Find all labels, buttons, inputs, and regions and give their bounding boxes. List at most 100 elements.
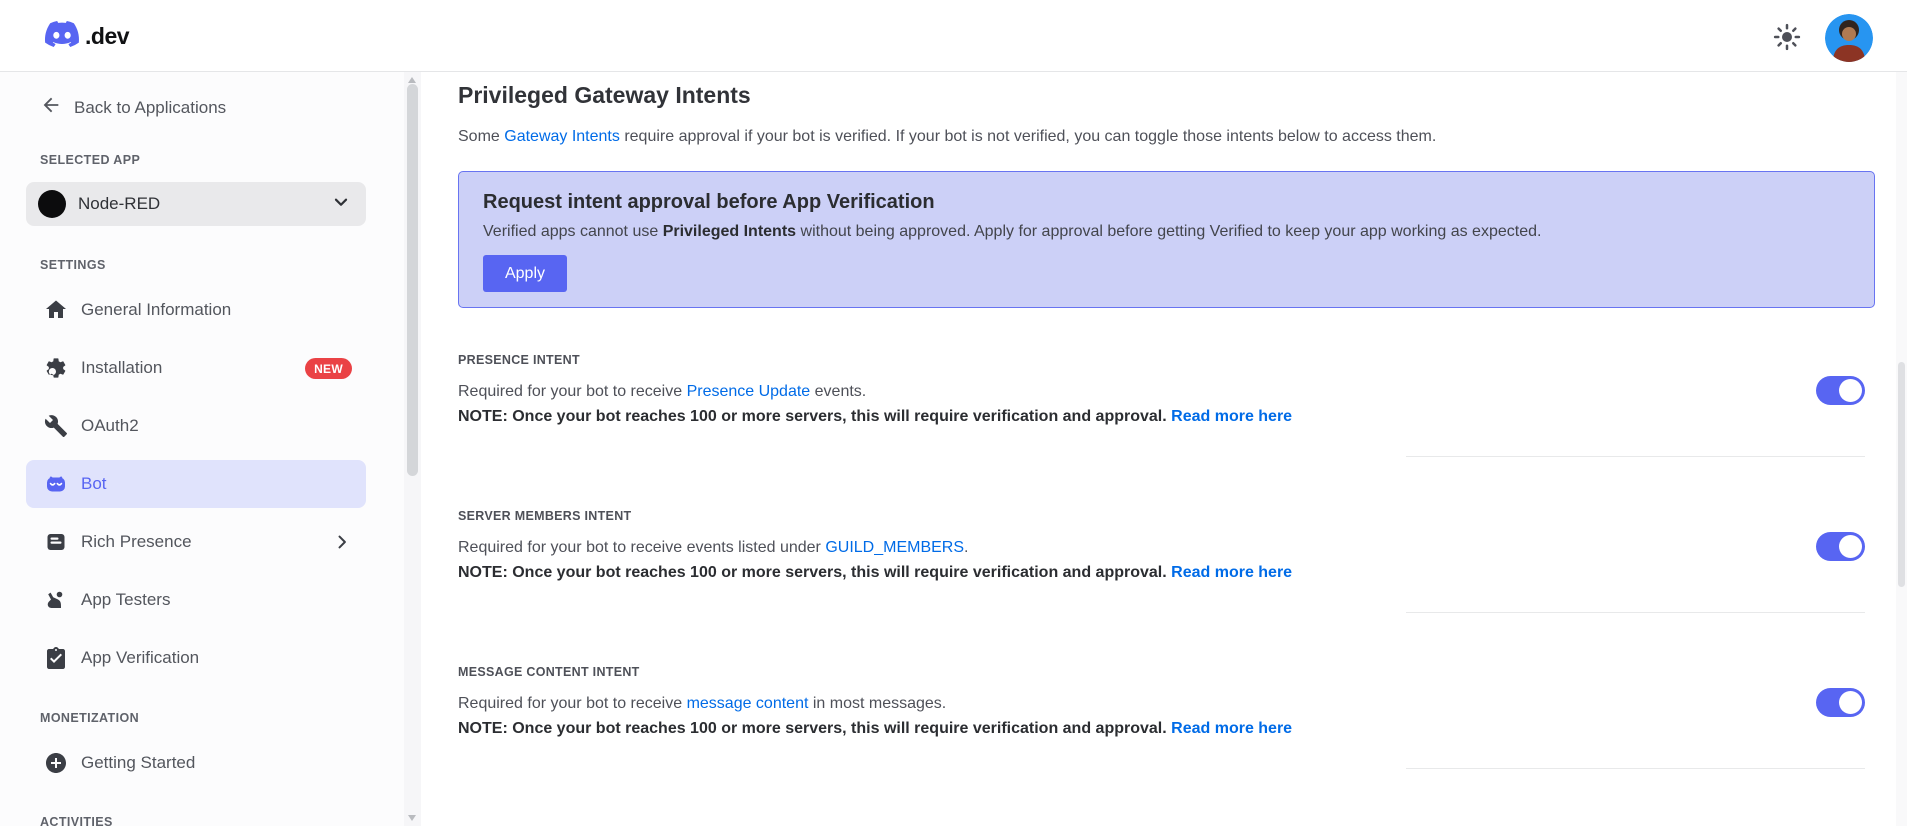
intent-label: PRESENCE INTENT (458, 353, 580, 367)
toggle-knob (1839, 535, 1862, 558)
sidebar-item-label: OAuth2 (81, 416, 139, 435)
intents-list: PRESENCE INTENT Required for your bot to… (458, 353, 1875, 769)
desc-post: events. (810, 383, 867, 400)
message-content-link[interactable]: message content (687, 695, 809, 712)
note-text: NOTE: Once your bot reaches 100 or more … (458, 564, 1167, 581)
intro-pre: Some (458, 128, 505, 145)
scroll-up-arrow-icon[interactable] (408, 77, 416, 83)
settings-section-label: SETTINGS (40, 258, 106, 272)
intent-description: Required for your bot to receive events … (458, 535, 1875, 560)
server-members-intent-toggle[interactable] (1816, 532, 1865, 561)
gear-icon (44, 356, 68, 380)
discord-mark-icon (40, 17, 84, 56)
desc-pre: Required for your bot to receive events … (458, 539, 826, 556)
sidebar-item-bot[interactable]: Bot (26, 460, 366, 508)
monetization-section-label: MONETIZATION (40, 711, 140, 725)
sidebar-item-label: Rich Presence (81, 532, 192, 551)
desc-pre: Required for your bot to receive (458, 383, 687, 400)
apply-button[interactable]: Apply (483, 255, 567, 292)
intent-note: NOTE: Once your bot reaches 100 or more … (458, 404, 1875, 429)
plus-circle-icon (44, 751, 68, 775)
sidebar-item-general-information[interactable]: General Information (26, 286, 366, 334)
sidebar-item-app-testers[interactable]: App Testers (26, 576, 366, 624)
intent-label: SERVER MEMBERS INTENT (458, 509, 632, 523)
note-text: NOTE: Once your bot reaches 100 or more … (458, 408, 1167, 425)
sidebar-item-rich-presence[interactable]: Rich Presence (26, 518, 366, 566)
desc-post: . (964, 539, 969, 556)
bot-icon (44, 472, 68, 496)
scroll-down-arrow-icon[interactable] (408, 815, 416, 821)
toggle-knob (1839, 691, 1862, 714)
discord-dev-logo[interactable]: .dev (40, 17, 130, 56)
sidebar-item-label: Bot (81, 474, 107, 493)
arrow-left-icon (40, 94, 62, 121)
sidebar-item-app-verification[interactable]: App Verification (26, 634, 366, 682)
banner-body-post: without being approved. Apply for approv… (796, 223, 1542, 240)
sidebar-item-getting-started[interactable]: Getting Started (26, 739, 366, 787)
sidebar-item-label: General Information (81, 300, 232, 319)
page-title: Privileged Gateway Intents (458, 82, 751, 108)
desc-post: in most messages. (808, 695, 947, 712)
top-header: .dev (0, 0, 1907, 72)
desc-pre: Required for your bot to receive (458, 695, 687, 712)
selected-app-name: Node-RED (78, 194, 161, 213)
sidebar-nav-monetization: Getting Started (0, 739, 404, 787)
sidebar-item-label: App Testers (81, 590, 171, 609)
clipboard-check-icon (44, 646, 68, 670)
chevron-right-icon (332, 532, 352, 552)
message-content-intent-section: MESSAGE CONTENT INTENT Required for your… (458, 665, 1875, 769)
sidebar-scrollbar[interactable] (404, 72, 421, 826)
sidebar: Back to Applications SELECTED APP Node-R… (0, 72, 404, 829)
intent-description: Required for your bot to receive Presenc… (458, 379, 1875, 404)
note-text: NOTE: Once your bot reaches 100 or more … (458, 720, 1167, 737)
sidebar-scrollbar-thumb[interactable] (407, 84, 418, 476)
banner-title: Request intent approval before App Verif… (483, 191, 935, 213)
server-members-intent-section: SERVER MEMBERS INTENT Required for your … (458, 509, 1875, 613)
presence-intent-section: PRESENCE INTENT Required for your bot to… (458, 353, 1875, 457)
sidebar-item-oauth2[interactable]: OAuth2 (26, 402, 366, 450)
read-more-link[interactable]: Read more here (1171, 564, 1292, 581)
guild-members-link[interactable]: GUILD_MEMBERS (825, 539, 964, 556)
intent-note: NOTE: Once your bot reaches 100 or more … (458, 560, 1875, 585)
card-list-icon (44, 530, 68, 554)
logo-dev-text: .dev (85, 23, 130, 49)
intro-paragraph: Some Gateway Intents require approval if… (458, 124, 1875, 149)
theme-toggle-sun-icon[interactable] (1772, 22, 1802, 52)
activities-section-label: ACTIVITIES (40, 815, 113, 829)
read-more-link[interactable]: Read more here (1171, 408, 1292, 425)
divider (1406, 768, 1865, 769)
app-selector[interactable]: Node-RED (26, 182, 366, 226)
app-avatar (38, 190, 66, 218)
presence-update-link[interactable]: Presence Update (687, 383, 811, 400)
message-content-intent-toggle[interactable] (1816, 688, 1865, 717)
intent-label: MESSAGE CONTENT INTENT (458, 665, 640, 679)
user-avatar[interactable] (1825, 14, 1873, 62)
banner-body-bold: Privileged Intents (662, 223, 797, 240)
page-scrollbar[interactable] (1896, 72, 1907, 826)
main-content: Privileged Gateway Intents Some Gateway … (421, 72, 1896, 826)
sidebar-item-label: Installation (81, 358, 163, 377)
presence-intent-toggle[interactable] (1816, 376, 1865, 405)
wrench-icon (44, 414, 68, 438)
chevron-down-icon (330, 191, 352, 218)
sidebar-item-label: Getting Started (81, 753, 196, 772)
intent-description: Required for your bot to receive message… (458, 691, 1875, 716)
new-badge: NEW (305, 357, 352, 379)
intent-approval-banner: Request intent approval before App Verif… (458, 171, 1875, 308)
toggle-knob (1839, 379, 1862, 402)
back-to-applications-link[interactable]: Back to Applications (40, 94, 404, 121)
gateway-intents-link[interactable]: Gateway Intents (504, 128, 620, 145)
back-link-label: Back to Applications (74, 97, 227, 117)
home-icon (44, 298, 68, 322)
intent-note: NOTE: Once your bot reaches 100 or more … (458, 716, 1875, 741)
sidebar-item-installation[interactable]: Installation NEW (26, 344, 366, 392)
banner-body-pre: Verified apps cannot use (483, 223, 663, 240)
sidebar-item-label: App Verification (81, 648, 200, 667)
banner-body: Verified apps cannot use Privileged Inte… (483, 220, 1850, 244)
page-scrollbar-thumb[interactable] (1898, 362, 1905, 587)
divider (1406, 612, 1865, 613)
selected-app-section-label: SELECTED APP (40, 153, 141, 167)
intro-post: require approval if your bot is verified… (619, 128, 1437, 145)
read-more-link[interactable]: Read more here (1171, 720, 1292, 737)
person-raised-hand-icon (44, 588, 68, 612)
